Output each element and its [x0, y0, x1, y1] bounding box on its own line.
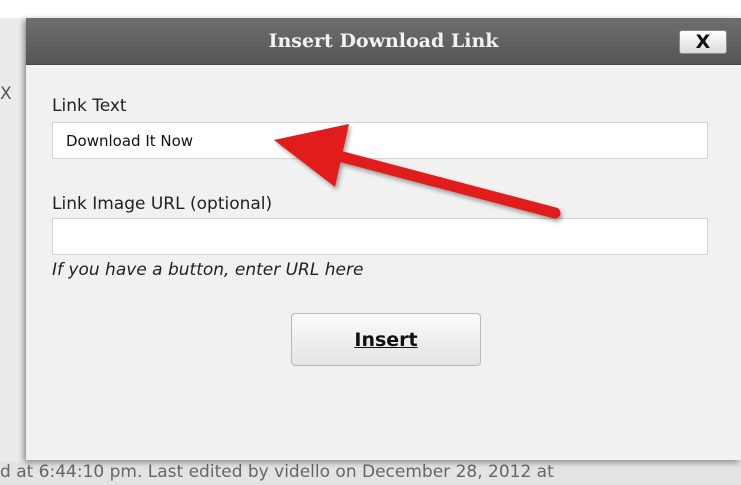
link-text-label: Link Text [52, 96, 127, 116]
insert-download-link-dialog: Insert Download Link X Link Text Link Im… [26, 18, 741, 460]
background-text-fragment: X [0, 84, 12, 104]
background-footer-text: d at 6:44:10 pm. Last edited by vidello … [0, 462, 741, 485]
dialog-titlebar[interactable]: Insert Download Link X [26, 18, 741, 65]
insert-button[interactable]: Insert [291, 313, 481, 366]
link-text-input[interactable] [52, 122, 708, 159]
close-button[interactable]: X [679, 30, 727, 54]
link-image-url-input[interactable] [52, 218, 708, 255]
dialog-title: Insert Download Link [268, 30, 499, 52]
link-image-hint: If you have a button, enter URL here [52, 260, 364, 280]
link-image-url-label: Link Image URL (optional) [52, 194, 273, 214]
background-top-strip [0, 0, 741, 18]
